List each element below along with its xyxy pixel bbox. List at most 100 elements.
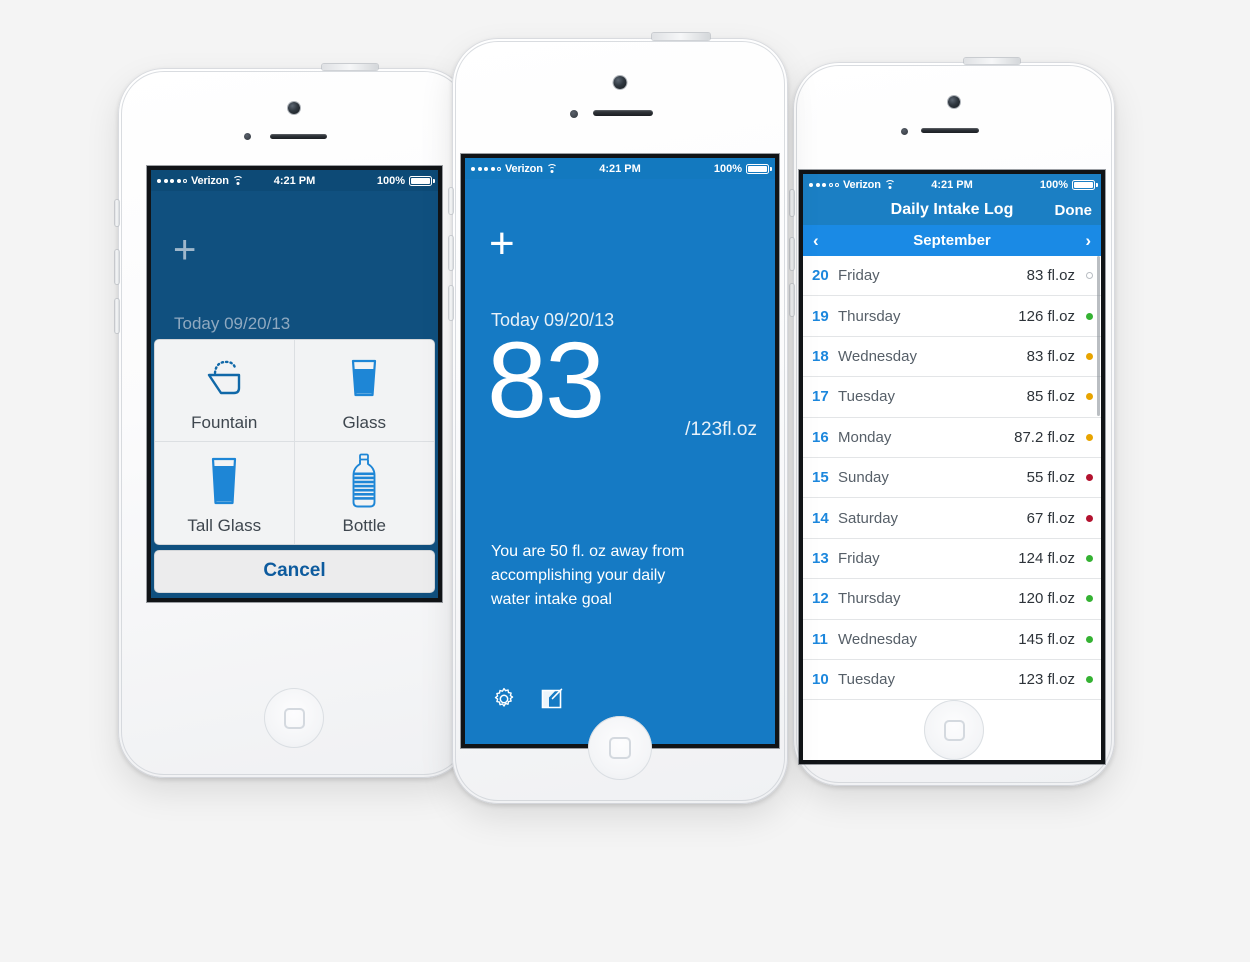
earpiece-speaker-right	[921, 128, 979, 133]
log-day-number: 18	[812, 347, 829, 365]
log-amount: 83 fl.oz	[1026, 267, 1075, 285]
intake-log-list[interactable]: 20 Friday 83 fl.oz 19 Thursday 126 fl.oz 18 Wed…	[803, 256, 1101, 760]
volume-up-right[interactable]	[790, 238, 794, 270]
table-row[interactable]: 10 Tuesday 123 fl.oz	[803, 659, 1101, 701]
mute-switch-right[interactable]	[790, 190, 794, 216]
log-weekday: Tuesday	[838, 388, 895, 406]
compose-icon[interactable]	[540, 687, 564, 716]
status-bar-center: Verizon 4:21 PM 100%	[465, 158, 775, 179]
log-weekday: Thursday	[838, 590, 901, 608]
log-amount: 83 fl.oz	[1026, 347, 1075, 365]
table-row[interactable]: 19 Thursday 126 fl.oz	[803, 296, 1101, 337]
screenshot-canvas: Verizon 4:21 PM 100% + Today 09/20/13 Fo…	[0, 0, 1250, 962]
proximity-sensor-center	[570, 110, 578, 118]
bottle-icon	[349, 452, 379, 510]
add-intake-screen: Verizon 4:21 PM 100% + Today 09/20/13 Fo…	[151, 170, 438, 598]
log-weekday: Sunday	[838, 469, 889, 487]
table-row[interactable]: 15 Sunday 55 fl.oz	[803, 457, 1101, 499]
home-button-right[interactable]	[924, 700, 984, 760]
log-day-number: 17	[812, 388, 829, 406]
status-badge	[1086, 474, 1093, 482]
table-row[interactable]: 11 Wednesday 145 fl.oz	[803, 619, 1101, 660]
log-weekday: Saturday	[838, 509, 899, 527]
status-badge	[1086, 676, 1093, 684]
screen-left[interactable]: Verizon 4:21 PM 100% + Today 09/20/13 Fo…	[151, 170, 438, 598]
power-button-right[interactable]	[964, 58, 1020, 64]
log-day-number: 10	[812, 671, 829, 689]
table-row[interactable]: 13 Friday 124 fl.oz	[803, 538, 1101, 580]
screen-center[interactable]: Verizon 4:21 PM 100% + Today 09/20/13 83…	[465, 158, 775, 744]
table-row[interactable]: 12 Thursday 120 fl.oz	[803, 579, 1101, 620]
log-amount: 124 fl.oz	[1018, 549, 1075, 567]
screen-right[interactable]: Verizon 4:21 PM 100% Daily Intake Log Do…	[803, 174, 1101, 760]
volume-down-left[interactable]	[115, 299, 119, 333]
log-day-number: 11	[812, 630, 828, 648]
table-row[interactable]: 14 Saturday 67 fl.oz	[803, 498, 1101, 539]
status-badge	[1086, 312, 1093, 320]
tall-glass-icon	[207, 452, 241, 510]
home-button-center[interactable]	[588, 716, 652, 780]
log-day-number: 19	[812, 307, 829, 325]
status-badge	[1086, 393, 1093, 401]
proximity-sensor-right	[901, 128, 908, 135]
phone-center: Verizon 4:21 PM 100% + Today 09/20/13 83…	[449, 33, 788, 804]
option-label: Glass	[342, 413, 386, 432]
earpiece-speaker-left	[270, 134, 327, 139]
status-badge	[1086, 352, 1093, 360]
log-amount: 87.2 fl.oz	[1014, 428, 1075, 446]
status-badge	[1086, 272, 1093, 279]
log-day-number: 14	[812, 509, 829, 527]
option-tall-glass[interactable]: Tall Glass	[155, 442, 295, 544]
volume-down-right[interactable]	[790, 284, 794, 316]
daily-goal-label: /123fl.oz	[685, 419, 757, 440]
volume-up-center[interactable]	[449, 236, 453, 270]
log-day-number: 12	[812, 590, 829, 608]
goal-message: You are 50 fl. oz away from accomplishin…	[491, 543, 685, 608]
done-button[interactable]: Done	[1055, 202, 1093, 219]
status-badge	[1086, 635, 1093, 643]
list-scrollbar[interactable]	[1097, 256, 1100, 416]
log-weekday: Friday	[838, 267, 880, 285]
chevron-right-icon[interactable]: ›	[1085, 232, 1091, 249]
table-row[interactable]: 17 Tuesday 85 fl.oz	[803, 377, 1101, 418]
table-row[interactable]: 16 Monday 87.2 fl.oz	[803, 417, 1101, 458]
front-camera-center	[613, 76, 627, 89]
beverage-action-sheet: Fountain Glass Tall Glass Bottle Cancel	[154, 339, 435, 593]
log-day-number: 16	[812, 428, 829, 446]
option-fountain[interactable]: Fountain	[155, 340, 295, 442]
log-amount: 126 fl.oz	[1018, 307, 1075, 325]
battery-icon	[1072, 179, 1098, 190]
home-screen: Verizon 4:21 PM 100% + Today 09/20/13 83…	[465, 158, 775, 744]
cancel-button[interactable]: Cancel	[154, 550, 435, 593]
proximity-sensor-left	[244, 133, 251, 140]
phone-left: Verizon 4:21 PM 100% + Today 09/20/13 Fo…	[115, 64, 470, 778]
battery-icon	[409, 175, 435, 186]
volume-up-left[interactable]	[115, 250, 119, 284]
log-amount: 120 fl.oz	[1018, 590, 1075, 608]
mute-switch-center[interactable]	[449, 188, 453, 214]
table-row[interactable]: 18 Wednesday 83 fl.oz	[803, 336, 1101, 378]
daily-intake-log-screen: Verizon 4:21 PM 100% Daily Intake Log Do…	[803, 174, 1101, 760]
option-glass[interactable]: Glass	[294, 340, 434, 442]
status-bar-right: Verizon 4:21 PM 100%	[803, 174, 1101, 195]
add-entry-button-left[interactable]: +	[173, 230, 196, 270]
fountain-icon	[201, 349, 247, 407]
gear-icon[interactable]	[492, 687, 516, 716]
clock-label: 4:21 PM	[273, 174, 316, 187]
mute-switch-left[interactable]	[115, 200, 119, 226]
log-weekday: Thursday	[838, 307, 901, 325]
power-button-left[interactable]	[322, 64, 378, 70]
power-button-center[interactable]	[652, 33, 710, 40]
home-button-left[interactable]	[264, 688, 324, 748]
log-amount: 67 fl.oz	[1026, 509, 1075, 527]
log-amount: 145 fl.oz	[1018, 630, 1075, 648]
volume-down-center[interactable]	[449, 286, 453, 320]
option-label: Fountain	[191, 413, 258, 432]
status-badge	[1086, 514, 1093, 522]
log-day-number: 13	[812, 549, 829, 567]
option-label: Tall Glass	[187, 516, 262, 535]
log-amount: 55 fl.oz	[1026, 469, 1075, 487]
add-entry-button-center[interactable]: +	[489, 222, 515, 266]
table-row[interactable]: 20 Friday 83 fl.oz	[803, 256, 1101, 297]
option-bottle[interactable]: Bottle	[294, 442, 434, 544]
